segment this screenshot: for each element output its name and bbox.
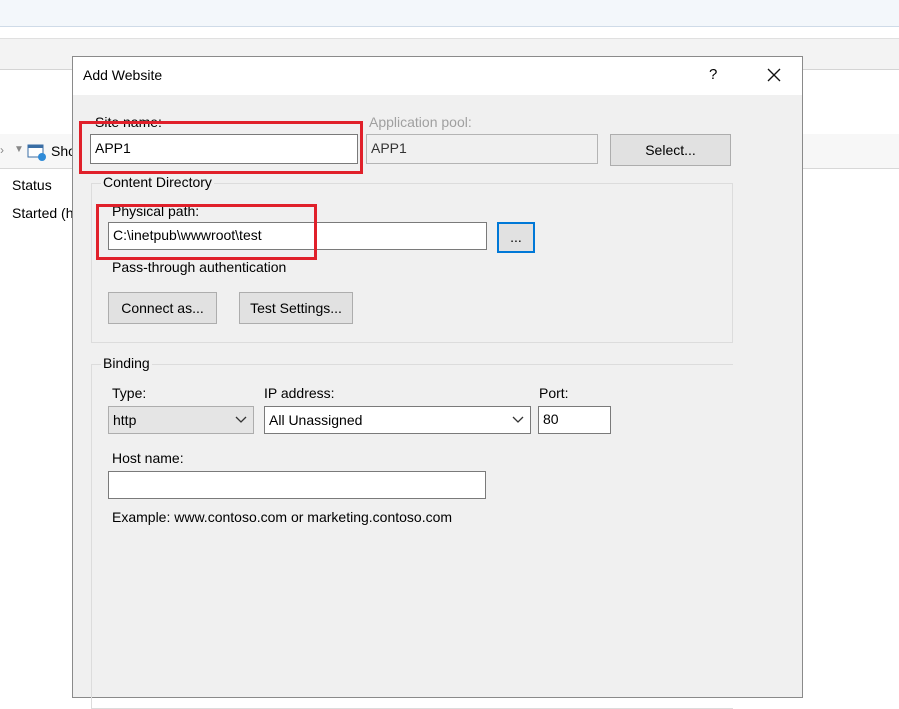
host-name-example: Example: www.contoso.com or marketing.co…: [112, 509, 453, 525]
chevron-down-icon: [235, 416, 247, 423]
toolbar-arrow-icon: ›: [0, 143, 4, 157]
background-toolbar-right: [802, 134, 899, 169]
background-top-strip: [0, 0, 899, 27]
application-pool-field: APP1: [366, 134, 598, 164]
binding-type-label: Type:: [112, 385, 147, 401]
ip-address-value: All Unassigned: [269, 412, 363, 428]
ip-address-select[interactable]: All Unassigned: [264, 406, 531, 434]
application-pool-label: Application pool:: [369, 114, 472, 130]
binding-type-select[interactable]: http: [108, 406, 254, 434]
content-directory-group-label: Content Directory: [101, 174, 214, 190]
binding-type-value: http: [113, 412, 137, 428]
close-icon[interactable]: [763, 63, 785, 87]
background-toolbar: › ▼ Sho: [0, 134, 76, 169]
test-settings-button[interactable]: Test Settings...: [239, 292, 353, 324]
dialog-titlebar: Add Website ?: [73, 57, 802, 95]
site-name-highlight: [79, 121, 363, 174]
connect-as-button[interactable]: Connect as...: [108, 292, 217, 324]
physical-path-highlight: [96, 204, 317, 260]
dropdown-arrow-icon[interactable]: ▼: [14, 144, 24, 155]
port-input[interactable]: 80: [538, 406, 611, 434]
host-name-label: Host name:: [112, 450, 184, 466]
binding-group-label: Binding: [101, 355, 152, 371]
status-value: Started (h: [12, 205, 74, 221]
host-name-input[interactable]: [108, 471, 486, 499]
port-label: Port:: [539, 385, 569, 401]
select-app-pool-button[interactable]: Select...: [610, 134, 731, 166]
browse-path-button[interactable]: ...: [497, 222, 535, 253]
status-column-header[interactable]: Status: [12, 177, 52, 193]
help-button[interactable]: ?: [709, 66, 717, 83]
chevron-down-icon: [512, 416, 524, 423]
ip-address-label: IP address:: [264, 385, 335, 401]
passthrough-auth-label: Pass-through authentication: [112, 259, 287, 275]
dialog-title: Add Website: [83, 67, 163, 83]
show-icon[interactable]: [27, 142, 47, 165]
